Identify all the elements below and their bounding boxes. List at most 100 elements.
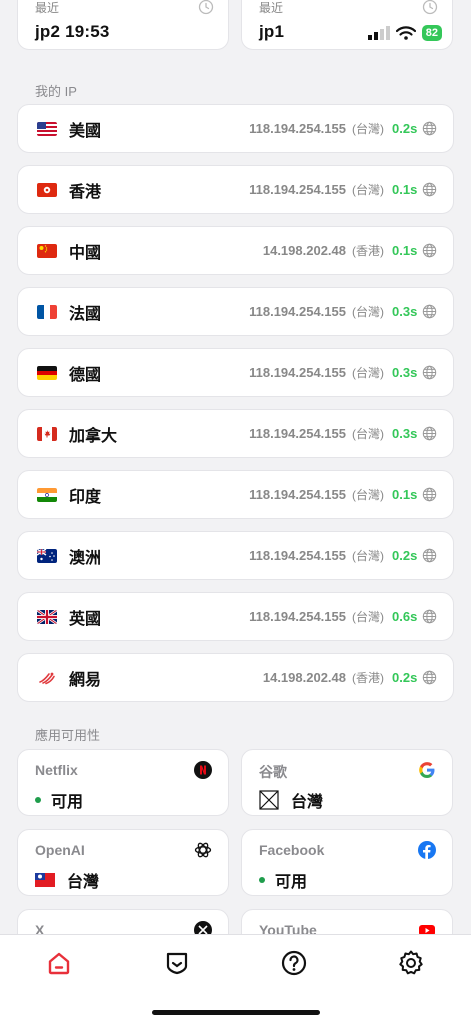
globe-icon[interactable] (422, 670, 437, 685)
globe-icon[interactable] (422, 182, 437, 197)
ip-address: 14.198.202.48 (262, 670, 346, 685)
ca-flag-icon (37, 426, 57, 441)
service-card-netflix[interactable]: Netflix 可用 (17, 749, 229, 816)
ip-address: 118.194.254.155 (249, 121, 346, 136)
service-card-google[interactable]: 谷歌 台灣 (241, 749, 453, 816)
recent-card-jp1[interactable]: 最近 jp1 82 (241, 0, 453, 50)
hk-flag-icon (37, 182, 57, 197)
recent-node: jp1 (259, 22, 285, 41)
signal-icon (367, 26, 390, 40)
latency: 0.2s (392, 121, 418, 136)
service-status: 可用 (259, 868, 307, 892)
ip-row[interactable]: 網易 14.198.202.48 (香港) 0.2s (17, 653, 454, 702)
country-name: 中國 (69, 244, 102, 262)
home-icon[interactable] (45, 949, 73, 977)
globe-icon[interactable] (422, 121, 437, 136)
status-dot (259, 877, 265, 883)
country-name: 網易 (69, 671, 102, 689)
latency: 0.1s (392, 182, 418, 197)
service-card-facebook[interactable]: Facebook 可用 (241, 829, 453, 896)
in-flag-icon (37, 487, 57, 502)
au-flag-icon (37, 548, 57, 563)
wifi-icon (395, 26, 416, 40)
ip-details: 118.194.254.155 (台灣) 0.3s (249, 303, 437, 320)
ip-row[interactable]: 香港 118.194.254.155 (台灣) 0.1s (17, 165, 454, 214)
ip-address: 118.194.254.155 (249, 548, 346, 563)
service-status: 台灣 (259, 788, 323, 812)
ip-address: 118.194.254.155 (249, 426, 346, 441)
ip-region: (台灣) (352, 366, 384, 380)
globe-icon[interactable] (422, 243, 437, 258)
country-name: 澳洲 (69, 549, 102, 567)
us-flag-icon (37, 121, 57, 136)
service-name: Netflix (35, 762, 78, 778)
ip-region: (台灣) (352, 488, 384, 502)
country-name: 英國 (69, 610, 102, 628)
country-name: 美國 (69, 122, 102, 140)
globe-icon[interactable] (422, 609, 437, 624)
service-value: 台灣 (291, 794, 324, 811)
ip-row[interactable]: 美國 118.194.254.155 (台灣) 0.2s (17, 104, 454, 153)
shield-icon[interactable] (163, 949, 191, 977)
ip-region: (台灣) (352, 305, 384, 319)
ip-row[interactable]: 德國 118.194.254.155 (台灣) 0.3s (17, 348, 454, 397)
home-indicator (152, 1010, 320, 1015)
ip-details: 118.194.254.155 (台灣) 0.3s (249, 425, 437, 442)
history-icon[interactable] (198, 0, 214, 15)
ip-address: 118.194.254.155 (249, 487, 346, 502)
recent-node: jp2 19:53 (35, 22, 110, 41)
status-dot (35, 797, 41, 803)
section-title-availability: 應用可用性 (35, 728, 101, 743)
country-name: 加拿大 (69, 427, 118, 445)
recent-card-jp2[interactable]: 最近 jp2 19:53 (17, 0, 229, 50)
latency: 0.1s (392, 487, 418, 502)
ip-row[interactable]: 加拿大 118.194.254.155 (台灣) 0.3s (17, 409, 454, 458)
fr-flag-icon (37, 304, 57, 319)
latency: 0.6s (392, 609, 418, 624)
service-status: 台灣 (35, 868, 99, 892)
globe-icon[interactable] (422, 365, 437, 380)
service-name: Facebook (259, 842, 325, 858)
service-name: OpenAI (35, 842, 85, 858)
latency: 0.2s (392, 670, 418, 685)
ip-address: 118.194.254.155 (249, 182, 346, 197)
globe-icon[interactable] (422, 548, 437, 563)
globe-icon[interactable] (422, 426, 437, 441)
ip-details: 14.198.202.48 (香港) 0.1s (263, 242, 437, 259)
service-value: 可用 (51, 794, 84, 811)
ip-region: (香港) (352, 671, 384, 685)
openai-logo-icon (194, 842, 212, 858)
facebook-logo-icon (418, 841, 436, 859)
service-card-openai[interactable]: OpenAI 台灣 (17, 829, 229, 896)
ip-region: (台灣) (352, 549, 384, 563)
google-logo-icon (419, 762, 435, 778)
globe-icon[interactable] (422, 487, 437, 502)
service-name: 谷歌 (259, 764, 287, 780)
recent-label: 最近 (259, 1, 284, 15)
ip-details: 118.194.254.155 (台灣) 0.1s (249, 181, 437, 198)
service-value: 可用 (275, 874, 308, 891)
ip-row[interactable]: 英國 118.194.254.155 (台灣) 0.6s (17, 592, 454, 641)
ip-row[interactable]: 澳洲 118.194.254.155 (台灣) 0.2s (17, 531, 454, 580)
ip-details: 14.198.202.48 (香港) 0.2s (263, 669, 437, 686)
ip-details: 118.194.254.155 (台灣) 0.2s (249, 120, 437, 137)
service-status: 可用 (35, 788, 83, 812)
ip-row[interactable]: 印度 118.194.254.155 (台灣) 0.1s (17, 470, 454, 519)
ip-row[interactable]: 法國 118.194.254.155 (台灣) 0.3s (17, 287, 454, 336)
globe-icon[interactable] (422, 304, 437, 319)
gb-flag-icon (37, 609, 57, 624)
ip-address: 118.194.254.155 (249, 365, 346, 380)
de-flag-icon (37, 365, 57, 380)
help-icon[interactable] (280, 949, 308, 977)
ip-row[interactable]: 中國 14.198.202.48 (香港) 0.1s (17, 226, 454, 275)
history-icon[interactable] (422, 0, 438, 15)
country-name: 香港 (69, 183, 102, 201)
ip-region: (台灣) (352, 610, 384, 624)
netease-logo-icon (37, 671, 57, 685)
settings-icon[interactable] (397, 949, 425, 977)
ip-region: (台灣) (352, 427, 384, 441)
latency: 0.3s (392, 365, 418, 380)
section-title-my-ip: 我的 IP (35, 84, 77, 99)
ip-address: 118.194.254.155 (249, 609, 346, 624)
ip-address: 118.194.254.155 (249, 304, 346, 319)
